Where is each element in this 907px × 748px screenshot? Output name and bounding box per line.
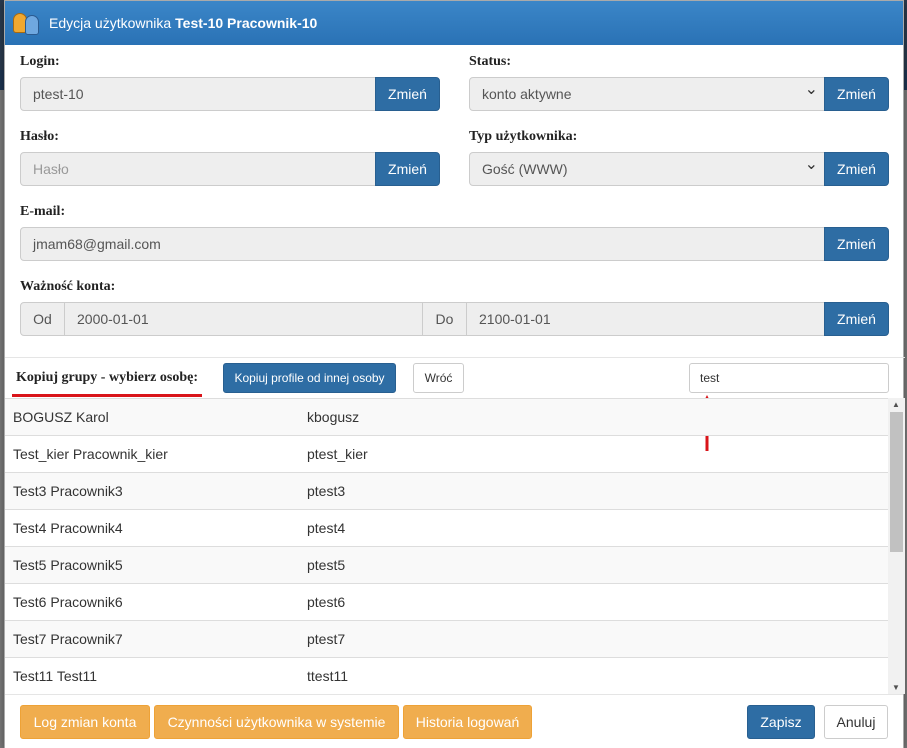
user-activities-button[interactable]: Czynności użytkownika w systemie (154, 705, 399, 739)
account-changes-log-button[interactable]: Log zmian konta (20, 705, 150, 739)
from-addon: Od (20, 302, 65, 336)
table-scrollbar[interactable]: ▲ ▼ (888, 398, 905, 694)
scroll-down-icon[interactable]: ▼ (892, 683, 900, 692)
back-button[interactable]: Wróć (413, 363, 464, 393)
change-email-button[interactable]: Zmień (824, 227, 889, 261)
scrollbar-thumb[interactable] (890, 412, 903, 552)
dialog-footer: Log zmian konta Czynności użytkownika w … (5, 694, 903, 748)
table-row[interactable]: Test3 Pracownik3 ptest3 (5, 473, 889, 510)
change-user-type-button[interactable]: Zmień (824, 152, 889, 186)
change-status-button[interactable]: Zmień (824, 77, 889, 111)
person-name: BOGUSZ Karol (13, 409, 109, 425)
copy-profiles-button[interactable]: Kopiuj profile od innej osoby (223, 363, 396, 393)
table-row[interactable]: Test6 Pracownik6 ptest6 (5, 584, 889, 621)
person-login: ptest4 (307, 520, 346, 536)
save-button[interactable]: Zapisz (747, 705, 815, 739)
person-login: ptest_kier (307, 446, 368, 462)
person-name: Test_kier Pracownik_kier (13, 446, 168, 462)
copy-groups-label: Kopiuj grupy - wybierz osobę: (16, 370, 198, 385)
user-type-label: Typ użytkownika: (469, 129, 578, 144)
login-history-button[interactable]: Historia logowań (403, 705, 532, 739)
login-label: Login: (20, 54, 60, 69)
password-field[interactable]: Hasło (20, 152, 376, 186)
validity-label: Ważność konta: (20, 279, 116, 294)
table-row[interactable]: Test4 Pracownik4 ptest4 (5, 510, 889, 547)
cancel-button[interactable]: Anuluj (824, 705, 888, 739)
status-value: konto aktywne (482, 86, 572, 102)
from-date-field[interactable]: 2000-01-01 (64, 302, 423, 336)
email-field[interactable]: jmam68@gmail.com (20, 227, 825, 261)
person-name: Test7 Pracownik7 (13, 631, 123, 647)
person-login: kbogusz (307, 409, 360, 425)
person-login: ptest5 (307, 557, 346, 573)
person-login: ttest11 (307, 668, 348, 684)
to-addon: Do (422, 302, 467, 336)
person-name: Test4 Pracownik4 (13, 520, 123, 536)
email-label: E-mail: (20, 204, 66, 219)
annotation-underline (12, 394, 202, 397)
password-label: Hasło: (20, 129, 59, 144)
change-validity-button[interactable]: Zmień (824, 302, 889, 336)
person-name: Test6 Pracownik6 (13, 594, 123, 610)
table-row[interactable]: Test11 Test11 ttest11 (5, 658, 889, 694)
person-search-input[interactable]: test (689, 363, 889, 393)
people-table: BOGUSZ Karol kbogusz Test_kier Pracownik_… (5, 398, 889, 694)
person-name: Test11 Test11 (13, 668, 98, 684)
status-label: Status: (469, 54, 512, 69)
person-login: ptest7 (307, 631, 346, 647)
person-login: ptest3 (307, 483, 346, 499)
table-row[interactable]: Test7 Pracownik7 ptest7 (5, 621, 889, 658)
person-name: Test3 Pracownik3 (13, 483, 123, 499)
users-icon (11, 9, 43, 37)
change-login-button[interactable]: Zmień (375, 77, 440, 111)
user-type-select[interactable]: Gość (WWW) (469, 149, 825, 186)
dialog-title-prefix: Edycja użytkownika (49, 15, 172, 31)
change-password-button[interactable]: Zmień (375, 152, 440, 186)
table-row[interactable]: BOGUSZ Karol kbogusz (5, 399, 889, 436)
edit-user-dialog: Edycja użytkownika Test-10 Pracownik-10 … (4, 0, 905, 748)
dialog-header: Edycja użytkownika Test-10 Pracownik-10 (5, 1, 903, 45)
status-select[interactable]: konto aktywne (469, 74, 825, 111)
person-login: ptest6 (307, 594, 346, 610)
user-type-value: Gość (WWW) (482, 161, 568, 177)
person-name: Test5 Pracownik5 (13, 557, 123, 573)
table-row[interactable]: Test5 Pracownik5 ptest5 (5, 547, 889, 584)
table-row[interactable]: Test_kier Pracownik_kier ptest_kier (5, 436, 889, 473)
to-date-field[interactable]: 2100-01-01 (466, 302, 825, 336)
copy-groups-bar: Kopiuj grupy - wybierz osobę: Kopiuj pro… (5, 357, 905, 397)
scroll-up-icon[interactable]: ▲ (892, 400, 900, 409)
login-field[interactable]: ptest-10 (20, 77, 376, 111)
dialog-title-user: Test-10 Pracownik-10 (175, 15, 318, 31)
